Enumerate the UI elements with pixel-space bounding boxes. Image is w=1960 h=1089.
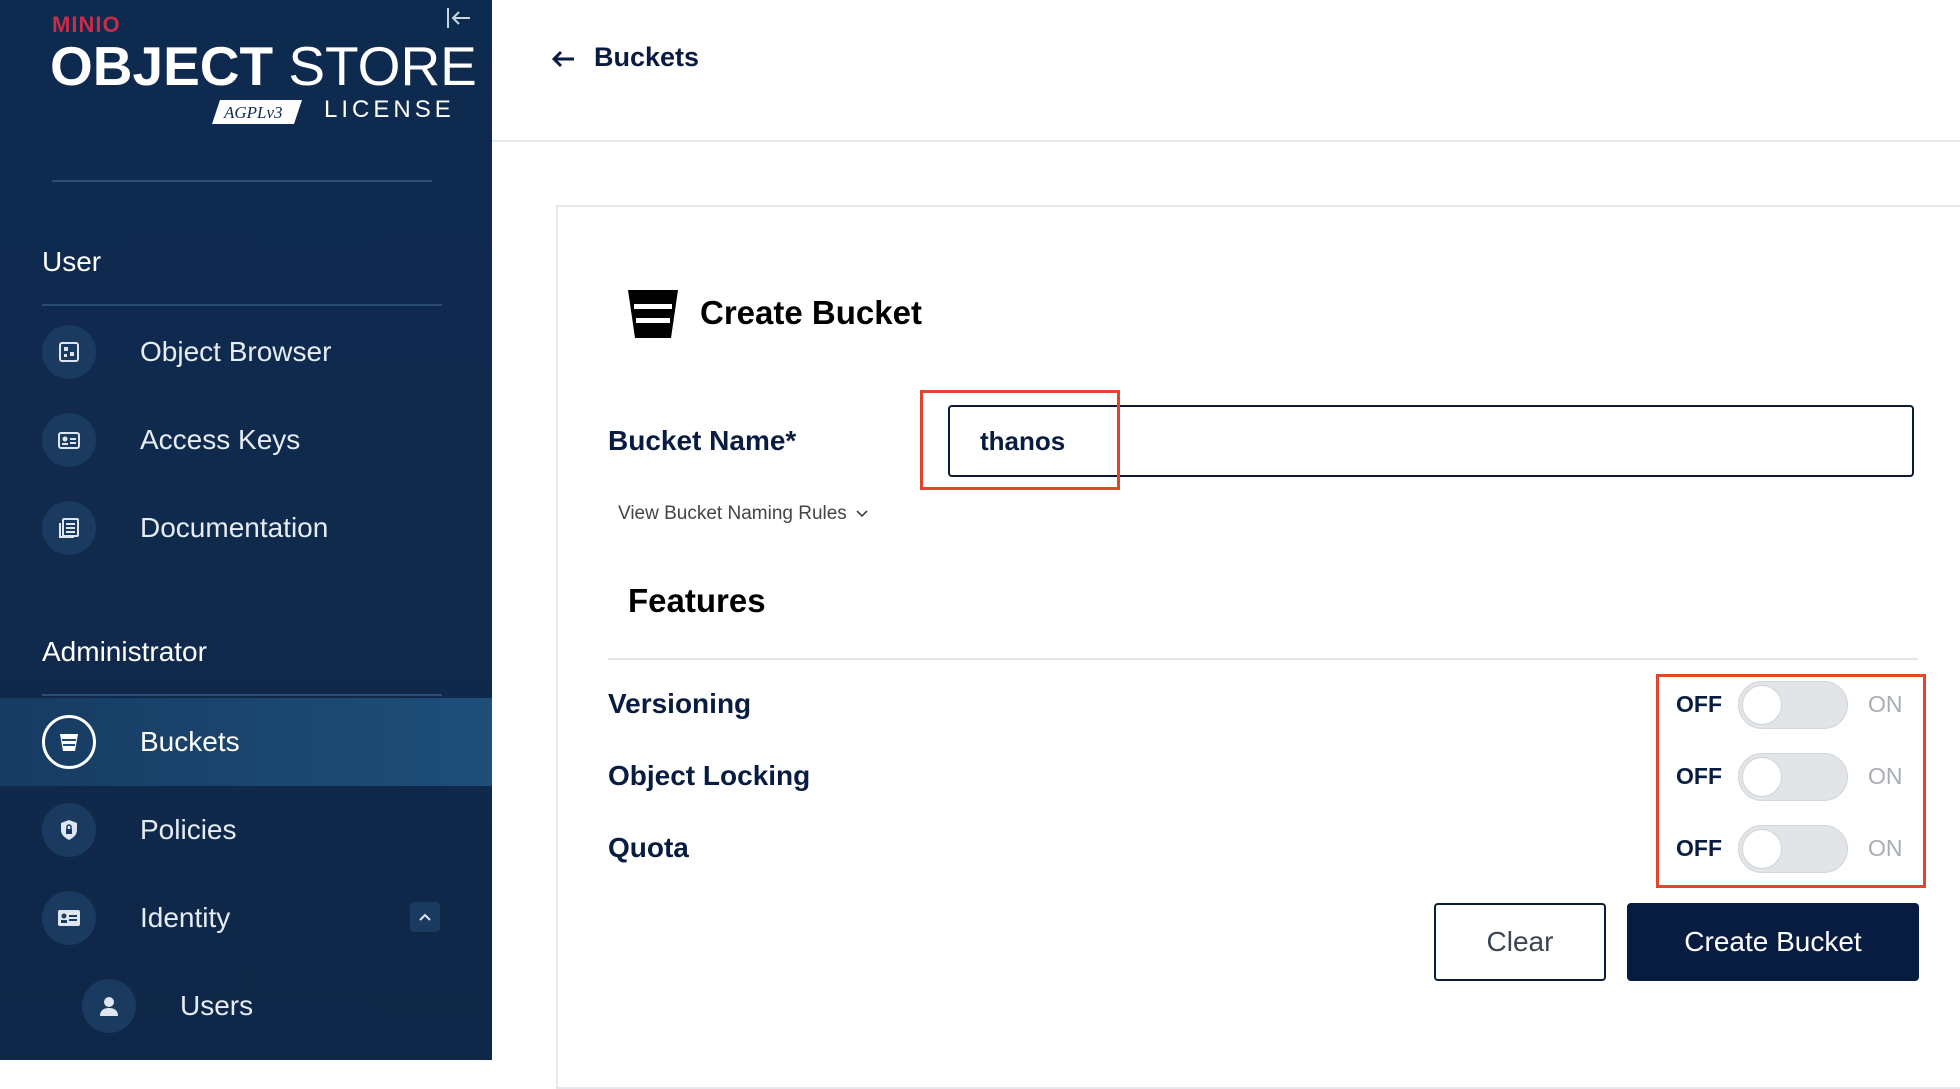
agpl-logo: AGPLv3 <box>212 100 302 124</box>
create-bucket-button[interactable]: Create Bucket <box>1627 903 1919 981</box>
sidebar-item-users[interactable]: Users <box>0 962 492 1050</box>
sidebar-item-access-keys[interactable]: Access Keys <box>0 396 492 484</box>
bucket-icon <box>42 715 96 769</box>
access-keys-icon <box>42 413 96 467</box>
documentation-icon <box>42 501 96 555</box>
license-label: LICENSE <box>324 96 455 123</box>
toggle-on-label: ON <box>1868 763 1903 789</box>
object-browser-icon <box>42 325 96 379</box>
divider <box>608 658 1918 660</box>
collapse-sidebar-icon[interactable] <box>444 4 472 32</box>
sidebar-item-label: Object Browser <box>140 336 332 367</box>
sidebar-item-buckets[interactable]: Buckets <box>0 698 492 786</box>
section-title-user: User <box>42 246 102 277</box>
page-title: Create Bucket <box>700 294 922 331</box>
divider <box>52 180 432 182</box>
sidebar-item-documentation[interactable]: Documentation <box>0 484 492 572</box>
chevron-down-icon <box>855 503 869 525</box>
section-title-administrator: Administrator <box>42 636 207 667</box>
product-title: OBJECT STORE <box>50 35 477 97</box>
toggle-off-label: OFF <box>1676 763 1722 789</box>
object-locking-toggle[interactable] <box>1738 753 1848 801</box>
toggle-knob <box>1742 685 1782 725</box>
sidebar: MINIO OBJECT STORE AGPLv3 LICENSE User O… <box>0 0 492 1060</box>
sidebar-item-label: Documentation <box>140 512 329 543</box>
quota-label: Quota <box>608 832 689 863</box>
svg-text:AGPLv3: AGPLv3 <box>223 103 283 122</box>
clear-button[interactable]: Clear <box>1434 903 1606 981</box>
identity-icon <box>42 891 96 945</box>
features-title: Features <box>628 582 766 619</box>
toggle-off-label: OFF <box>1676 835 1722 861</box>
versioning-label: Versioning <box>608 688 752 719</box>
sidebar-item-label: Users <box>180 990 254 1021</box>
object-locking-label: Object Locking <box>608 760 811 791</box>
sidebar-item-identity[interactable]: Identity <box>0 874 492 962</box>
bucket-name-label: Bucket Name* <box>608 425 797 456</box>
bucket-name-input[interactable] <box>948 405 1914 477</box>
divider <box>42 304 442 306</box>
breadcrumb[interactable]: Buckets <box>594 42 699 73</box>
policy-icon <box>42 803 96 857</box>
quota-toggle[interactable] <box>1738 825 1848 873</box>
toggle-on-label: ON <box>1868 835 1903 861</box>
back-arrow-icon[interactable] <box>548 44 578 74</box>
toggle-on-label: ON <box>1868 691 1903 717</box>
sidebar-item-label: Policies <box>140 814 237 845</box>
toggle-knob <box>1742 757 1782 797</box>
sidebar-item-policies[interactable]: Policies <box>0 786 492 874</box>
sidebar-item-object-browser[interactable]: Object Browser <box>0 308 492 396</box>
view-naming-rules-link[interactable]: View Bucket Naming Rules <box>618 503 869 525</box>
toggle-off-label: OFF <box>1676 691 1722 717</box>
chevron-up-icon[interactable] <box>410 902 440 932</box>
sidebar-item-label: Access Keys <box>140 424 301 455</box>
sidebar-item-label: Buckets <box>140 726 240 757</box>
header: Buckets <box>492 0 1960 142</box>
bucket-icon <box>628 290 678 338</box>
sidebar-item-label: Identity <box>140 902 231 933</box>
divider <box>42 694 442 696</box>
toggle-knob <box>1742 829 1782 869</box>
versioning-toggle[interactable] <box>1738 681 1848 729</box>
user-icon <box>82 979 136 1033</box>
